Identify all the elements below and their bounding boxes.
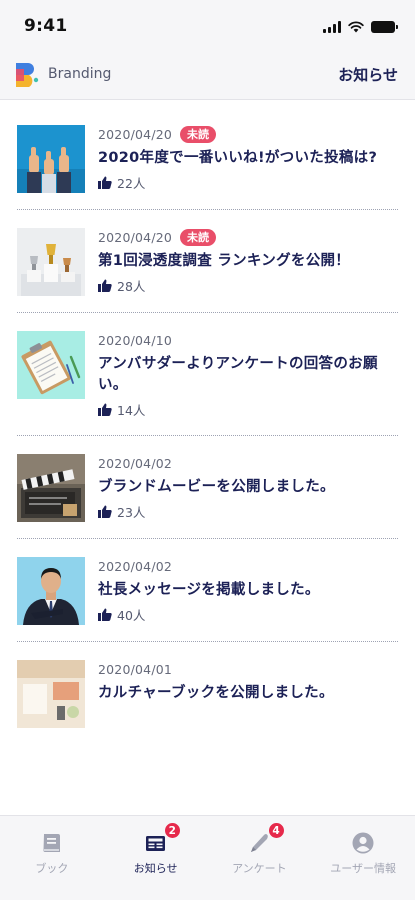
list-item[interactable]: 2020/04/01 カルチャーブックを公開しました。: [17, 660, 398, 728]
clapperboard-photo-thumbnail: [17, 454, 85, 522]
like-count: 22人: [98, 173, 398, 192]
tab-notification-badge: 2: [163, 822, 181, 839]
item-title: 2020年度で一番いいね!がついた投稿は?: [98, 150, 378, 166]
item-date: 2020/04/02: [98, 455, 173, 471]
item-title: 第1回浸透度調査 ランキングを公開！: [98, 253, 351, 269]
like-count: 14人: [98, 400, 398, 419]
book-icon: [43, 834, 60, 852]
like-count-text: 14人: [117, 403, 146, 418]
branding-logo-icon: [16, 63, 39, 87]
tab-survey[interactable]: 4 アンケート: [208, 816, 312, 900]
item-title: カルチャーブックを公開しました。: [98, 685, 334, 701]
tab-notice[interactable]: 2 お知らせ: [104, 816, 208, 900]
like-count: 28人: [98, 276, 398, 295]
list-divider: [17, 641, 398, 642]
wifi-icon: [348, 21, 364, 33]
notice-list[interactable]: 2020/04/20 未読 2020年度で一番いいね!がついた投稿は? 22人: [0, 101, 415, 815]
tab-notification-badge: 4: [267, 822, 285, 839]
status-bar: 9:41: [0, 0, 415, 50]
like-count-text: 40人: [117, 608, 146, 623]
tab-label: アンケート: [232, 862, 287, 875]
list-divider: [17, 435, 398, 436]
tab-label: お知らせ: [133, 862, 178, 875]
like-count-text: 23人: [117, 505, 146, 520]
like-count: 23人: [98, 502, 398, 521]
tab-book[interactable]: ブック: [0, 816, 104, 900]
list-item[interactable]: 2020/04/02 ブランドムービーを公開しました。 23人: [17, 454, 398, 522]
list-item[interactable]: 2020/04/02 社長メッセージを掲載しました。 40人: [17, 557, 398, 625]
list-item[interactable]: 2020/04/10 アンバサダーよりアンケートの回答のお願い。 14人: [17, 331, 398, 419]
bottom-tab-bar: ブック 2 お知らせ 4 アンケート ユーザー情報: [0, 815, 415, 900]
unread-badge: 未読: [180, 228, 217, 246]
pen-icon: [251, 834, 269, 852]
battery-icon: [371, 21, 398, 33]
user-icon: [352, 832, 374, 854]
cellular-signal-icon: [323, 21, 341, 33]
thumbs-up-icon: [98, 505, 112, 518]
item-date: 2020/04/01: [98, 661, 173, 677]
like-count: 40人: [98, 605, 398, 624]
item-date: 2020/04/20: [98, 229, 173, 245]
businessman-photo-thumbnail: [17, 557, 85, 625]
status-time: 9:41: [24, 16, 68, 36]
clipboard-photo-thumbnail: [17, 331, 85, 399]
item-title: 社長メッセージを掲載しました。: [98, 582, 320, 598]
item-title: ブランドムービーを公開しました。: [98, 479, 335, 495]
item-date: 2020/04/10: [98, 332, 173, 348]
list-divider: [17, 538, 398, 539]
like-count-text: 22人: [117, 176, 146, 191]
desk-photo-thumbnail: [17, 660, 85, 728]
app-header: Branding お知らせ: [0, 50, 415, 100]
item-title: アンバサダーよりアンケートの回答のお願い。: [98, 356, 378, 393]
tab-label: ブック: [35, 862, 69, 875]
tab-label: ユーザー情報: [330, 862, 397, 875]
brand-name: Branding: [48, 66, 112, 82]
item-date: 2020/04/02: [98, 558, 173, 574]
thumbs-up-icon: [98, 608, 112, 621]
status-icons: [323, 19, 398, 33]
trophy-photo-thumbnail: [17, 228, 85, 296]
tab-user-info[interactable]: ユーザー情報: [311, 816, 415, 900]
list-item[interactable]: 2020/04/20 未読 第1回浸透度調査 ランキングを公開！ 28人: [17, 228, 398, 296]
newspaper-icon: [145, 836, 165, 851]
list-divider: [17, 209, 398, 210]
list-item[interactable]: 2020/04/20 未読 2020年度で一番いいね!がついた投稿は? 22人: [17, 125, 398, 193]
like-count-text: 28人: [117, 279, 146, 294]
thumbs-up-icon: [98, 279, 112, 292]
thumbs-up-icon: [98, 176, 112, 189]
list-divider: [17, 312, 398, 313]
item-date: 2020/04/20: [98, 126, 173, 142]
thumbs-up-photo-thumbnail: [17, 125, 85, 193]
unread-badge: 未読: [180, 125, 217, 143]
notice-header-link[interactable]: お知らせ: [338, 64, 398, 85]
thumbs-up-icon: [98, 403, 112, 416]
